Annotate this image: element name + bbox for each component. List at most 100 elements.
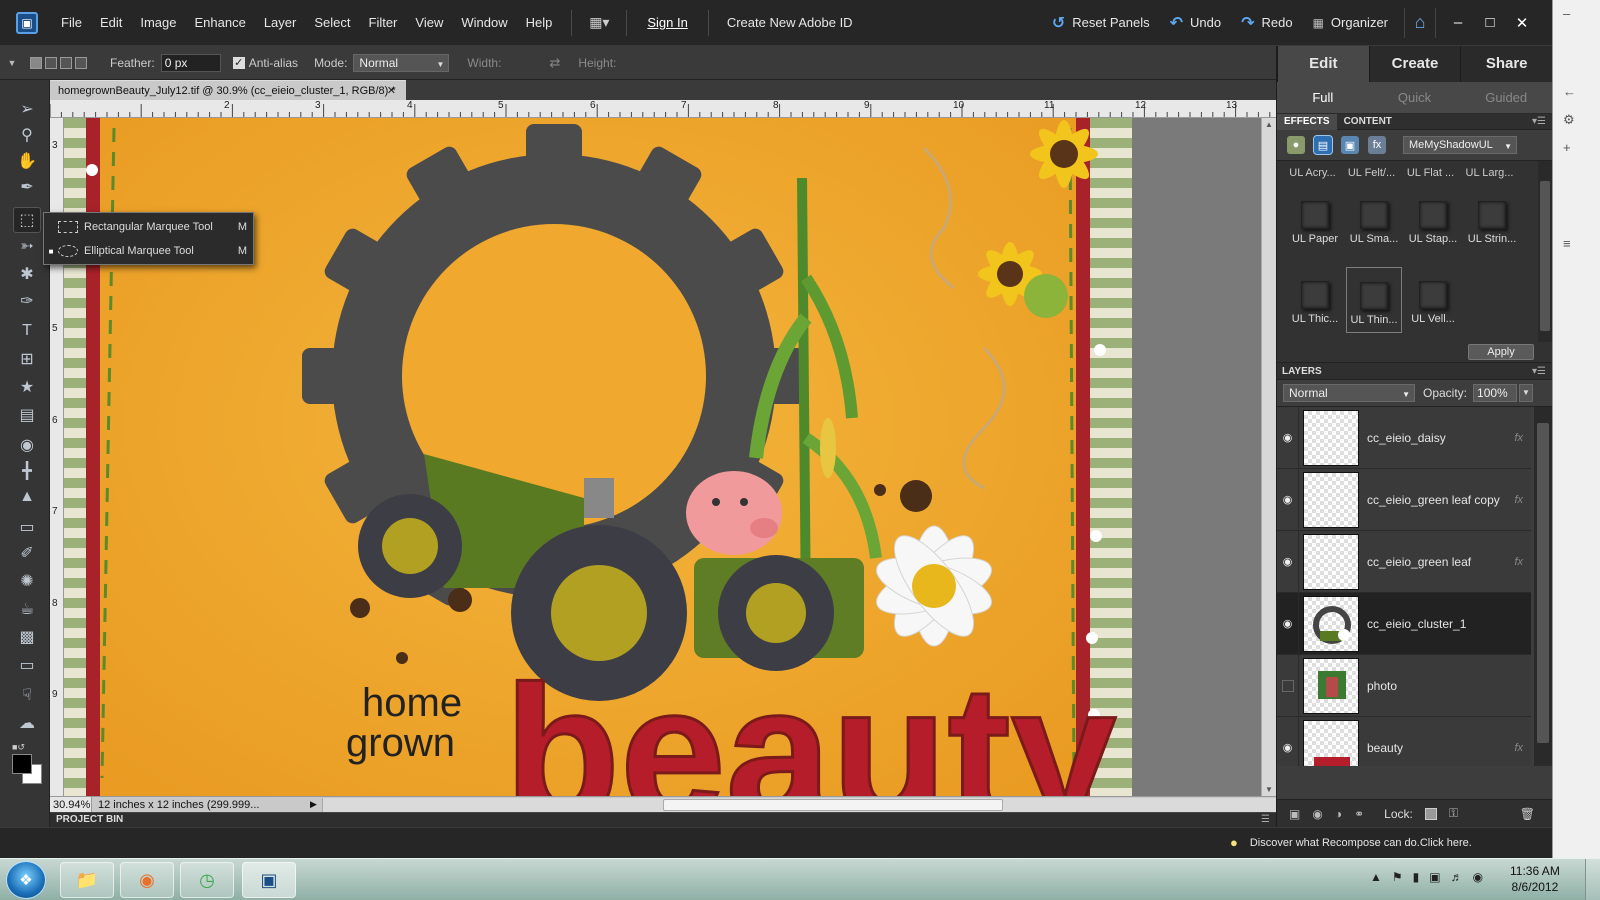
paint-bucket-tool-icon[interactable]: ☕ xyxy=(13,596,41,622)
network-icon[interactable]: ◉ xyxy=(1473,870,1483,884)
eraser-tool-icon[interactable]: ▭ xyxy=(13,514,41,540)
app-taskbar-button[interactable]: ◷ xyxy=(180,862,234,898)
back-arrow-icon[interactable]: ← xyxy=(1563,84,1576,99)
swap-dimensions-icon[interactable]: ⇄ xyxy=(549,55,560,71)
tool-preset-dropdown-icon[interactable]: ▼ xyxy=(0,58,24,68)
gradient-tool-icon[interactable]: ▩ xyxy=(13,624,41,650)
filters-icon[interactable]: ● xyxy=(1287,136,1305,154)
visibility-eye-icon[interactable]: ◉ xyxy=(1277,407,1299,469)
blend-mode-select[interactable]: Normal xyxy=(1283,384,1415,403)
apply-button[interactable]: Apply xyxy=(1468,344,1534,360)
effects-scrollbar[interactable] xyxy=(1538,161,1552,342)
tab-share[interactable]: Share xyxy=(1460,46,1552,82)
cookie-cutter-tool-icon[interactable]: ★ xyxy=(13,374,41,400)
layer-styles-icon[interactable]: ▤ xyxy=(1313,135,1333,155)
opacity-dropdown-icon[interactable]: ▼ xyxy=(1519,384,1534,402)
feather-input[interactable]: 0 px xyxy=(160,53,221,72)
fx-icon[interactable]: fx xyxy=(1514,556,1523,568)
close-button[interactable]: ✕ xyxy=(1506,14,1538,32)
create-adobe-id-link[interactable]: Create New Adobe ID xyxy=(719,15,861,30)
battery-icon[interactable]: ▮ xyxy=(1413,870,1420,884)
tab-guided[interactable]: Guided xyxy=(1460,82,1552,113)
menu-image[interactable]: Image xyxy=(131,15,185,30)
eyedropper-tool-icon[interactable]: ✒ xyxy=(13,174,41,200)
panel-menu-icon[interactable]: ▾☰ xyxy=(1532,116,1546,127)
plus-icon[interactable]: + xyxy=(1563,140,1571,155)
scroll-thumb[interactable] xyxy=(1540,181,1550,331)
layer-row[interactable]: ◉ cc_eieio_daisy fx xyxy=(1277,407,1531,469)
visibility-hidden-icon[interactable] xyxy=(1277,654,1299,717)
red-eye-tool-icon[interactable]: ◉ xyxy=(13,432,41,458)
sign-in-link[interactable]: Sign In xyxy=(637,15,697,30)
layers-scrollbar[interactable] xyxy=(1534,407,1552,766)
show-desktop-button[interactable] xyxy=(1585,859,1600,900)
menu-layer[interactable]: Layer xyxy=(255,15,306,30)
smart-brush-tool-icon[interactable]: ✺ xyxy=(13,568,41,594)
zoom-tool-icon[interactable]: ⚲ xyxy=(13,122,41,148)
crop-tool-icon[interactable]: ⊞ xyxy=(13,346,41,372)
elliptical-marquee-option[interactable]: ■ Elliptical Marquee Tool M xyxy=(44,239,253,263)
canvas-horizontal-scrollbar[interactable] xyxy=(322,797,1276,812)
layer-row[interactable]: photo xyxy=(1277,654,1531,717)
document-tab[interactable]: homegrownBeauty_July12.tif @ 30.9% (cc_e… xyxy=(50,80,406,100)
tab-create[interactable]: Create xyxy=(1368,46,1461,82)
hand-tool-icon[interactable]: ✋ xyxy=(13,148,41,174)
type-tool-icon[interactable]: T xyxy=(13,318,41,344)
anti-alias-checkbox[interactable]: ✓ Anti-alias xyxy=(232,56,298,70)
display-icon[interactable]: ▣ xyxy=(1429,870,1440,884)
flag-icon[interactable]: ⚑ xyxy=(1392,870,1403,884)
effect-label[interactable]: UL Flat ... xyxy=(1403,167,1458,179)
shape-tool-icon[interactable]: ▭ xyxy=(13,652,41,678)
effect-ul-thick[interactable]: UL Thic... xyxy=(1287,267,1343,333)
menu-window[interactable]: Window xyxy=(452,15,516,30)
photoshop-elements-taskbar-button[interactable]: ▣ xyxy=(242,862,296,898)
magic-wand-tool-icon[interactable]: ✱ xyxy=(13,261,41,287)
visibility-eye-icon[interactable]: ◉ xyxy=(1277,530,1299,593)
lock-transparency-icon[interactable] xyxy=(1424,807,1437,820)
scroll-up-icon[interactable]: ▲ xyxy=(1265,120,1273,129)
foreground-color-swatch[interactable] xyxy=(12,754,32,774)
lasso-tool-icon[interactable]: ➳ xyxy=(13,233,41,259)
panel-menu-icon[interactable]: ☰ xyxy=(1261,813,1270,827)
volume-icon[interactable]: ♬ xyxy=(1451,870,1463,884)
opacity-input[interactable]: 100% xyxy=(1473,384,1518,402)
menu-edit[interactable]: Edit xyxy=(91,15,131,30)
brush-tool-icon[interactable]: ✐ xyxy=(13,540,41,566)
status-menu-arrow-icon[interactable]: ▶ xyxy=(310,799,322,810)
fx-icon[interactable]: fx xyxy=(1514,432,1523,444)
menu-icon[interactable]: ≡ xyxy=(1563,236,1571,251)
link-layers-icon[interactable]: ⚭ xyxy=(1354,807,1364,821)
app-logo-icon[interactable]: ▣ xyxy=(16,11,38,34)
straighten-tool-icon[interactable]: ▤ xyxy=(13,402,41,428)
fx-icon[interactable]: fx xyxy=(1514,494,1523,506)
layer-mask-icon[interactable]: ◉ xyxy=(1312,807,1322,821)
effect-label[interactable]: UL Acry... xyxy=(1285,167,1340,179)
visibility-eye-icon[interactable]: ◉ xyxy=(1277,468,1299,531)
close-document-icon[interactable]: ✕ xyxy=(387,81,396,101)
recompose-hint[interactable]: ● Discover what Recompose can do.Click h… xyxy=(1230,835,1472,850)
explorer-taskbar-button[interactable]: 📁 xyxy=(60,862,114,898)
visibility-eye-icon[interactable]: ◉ xyxy=(1277,716,1299,766)
quick-selection-tool-icon[interactable]: ✑ xyxy=(13,288,41,314)
effect-ul-small[interactable]: UL Sma... xyxy=(1346,187,1402,253)
scroll-thumb[interactable] xyxy=(663,798,1003,811)
project-bin-bar[interactable]: PROJECT BIN ☰ xyxy=(50,812,1276,827)
zoom-level-field[interactable]: 30.94% xyxy=(50,796,92,813)
effect-ul-staple[interactable]: UL Stap... xyxy=(1405,187,1461,253)
lock-all-icon[interactable]: ⚿ xyxy=(1449,806,1458,821)
reset-panels-button[interactable]: ↺ Reset Panels xyxy=(1042,13,1160,33)
effects-library-select[interactable]: MeMyShadowUL xyxy=(1403,136,1517,155)
effect-ul-string[interactable]: UL Strin... xyxy=(1464,187,1520,253)
all-effects-icon[interactable]: fx xyxy=(1368,136,1386,154)
layer-row[interactable]: ◉ cc_eieio_green leaf fx xyxy=(1277,530,1531,593)
photo-effects-icon[interactable]: ▣ xyxy=(1341,136,1359,154)
blur-tool-icon[interactable]: ☟ xyxy=(13,682,41,708)
settings-icon[interactable]: ⚙ xyxy=(1563,112,1575,128)
minimize-button[interactable]: – xyxy=(1442,14,1474,31)
tab-full[interactable]: Full xyxy=(1277,82,1369,113)
organizer-button[interactable]: ▦ Organizer xyxy=(1303,15,1398,30)
menu-enhance[interactable]: Enhance xyxy=(186,15,255,30)
arrange-documents-button[interactable]: ▦▾ xyxy=(582,13,616,33)
effect-label[interactable]: UL Felt/... xyxy=(1344,167,1399,179)
effect-ul-paper[interactable]: UL Paper xyxy=(1287,187,1343,253)
